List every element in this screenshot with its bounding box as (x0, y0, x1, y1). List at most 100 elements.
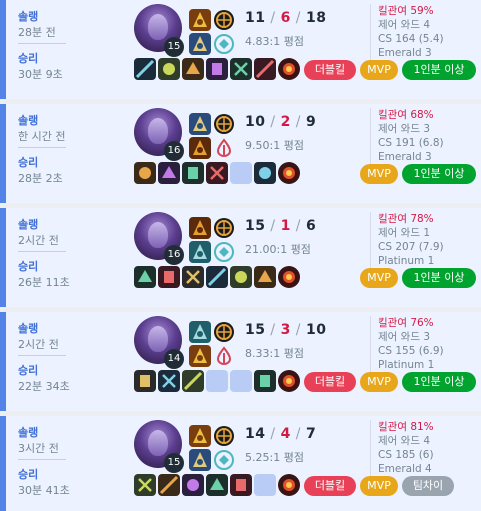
kills: 11 (245, 10, 266, 26)
item-icon[interactable] (254, 370, 276, 392)
summoner-spell-icon[interactable] (189, 33, 211, 55)
rune-icon[interactable] (213, 449, 235, 471)
assists: 10 (305, 322, 327, 338)
item-icon[interactable] (182, 474, 204, 496)
kda-score: 15 / 3 / 10 (245, 322, 326, 338)
summoner-spell-icon[interactable] (189, 425, 211, 447)
match-stats: 킬관여 78% 제어 와드 1 CS 207 (7.9) Platinum 1 (378, 212, 444, 268)
kda-score: 15 / 1 / 6 (245, 218, 316, 234)
summoner-spell-icon[interactable] (189, 449, 211, 471)
champion-face (148, 222, 168, 248)
item-icon[interactable] (254, 162, 276, 184)
item-icon[interactable] (134, 58, 156, 80)
kda-ratio: 21.00:1 평점 (245, 243, 311, 256)
champion-face (148, 430, 168, 456)
item-icon[interactable] (230, 266, 252, 288)
trinket-icon[interactable] (278, 474, 300, 496)
champion-face (148, 326, 168, 352)
queue-type: 솔랭 (18, 322, 39, 335)
match-card[interactable]: 솔랭 3시간 전 승리 30분 41초 15 14 / 4 / 7 5.25:1 평점 더블킬… (0, 416, 481, 511)
rune-icon[interactable] (213, 321, 235, 343)
item-icon[interactable] (254, 58, 276, 80)
trinket-icon[interactable] (278, 162, 300, 184)
kda-slash: / (265, 218, 281, 234)
match-card[interactable]: 솔랭 2시간 전 승리 22분 34초 14 15 / 3 / 10 8.33:1 평점 더블… (0, 312, 481, 411)
assists: 9 (305, 114, 317, 130)
item-icon[interactable] (158, 370, 180, 392)
item-icon[interactable] (134, 162, 156, 184)
kill-participation: 킬관여 68% (378, 109, 434, 121)
rune-icon[interactable] (213, 217, 235, 239)
summoner-spell-icon[interactable] (189, 217, 211, 239)
kda-slash: / (290, 218, 306, 234)
rune-icon[interactable] (213, 33, 235, 55)
assists: 18 (305, 10, 327, 26)
average-rank: Platinum 1 (378, 255, 435, 267)
control-wards: 제어 와드 3 (378, 331, 430, 343)
trinket-icon[interactable] (278, 58, 300, 80)
kda-slash: / (290, 10, 306, 26)
deaths: 1 (280, 218, 291, 234)
stats-divider (370, 4, 371, 60)
match-result: 승리 (18, 156, 39, 169)
summoner-spell-icon[interactable] (189, 345, 211, 367)
item-icon[interactable] (254, 266, 276, 288)
item-icon[interactable] (230, 58, 252, 80)
kda-slash: / (290, 426, 306, 442)
queue-type: 솔랭 (18, 114, 39, 127)
trinket-icon[interactable] (278, 266, 300, 288)
rune-icon[interactable] (213, 113, 235, 135)
item-icon[interactable] (206, 474, 228, 496)
kill-participation: 킬관여 81% (378, 421, 434, 433)
summoner-spell-icon[interactable] (189, 321, 211, 343)
summoner-spell-icon[interactable] (189, 241, 211, 263)
creep-score: CS 207 (7.9) (378, 241, 444, 253)
summoner-spell-icon[interactable] (189, 137, 211, 159)
empty-item-slot (230, 162, 252, 184)
item-icon[interactable] (134, 370, 156, 392)
average-rank: Emerald 4 (378, 463, 432, 475)
rune-icon[interactable] (213, 425, 235, 447)
item-icon[interactable] (206, 162, 228, 184)
item-icon[interactable] (158, 58, 180, 80)
kills: 14 (245, 426, 266, 442)
match-card[interactable]: 솔랭 2시간 전 승리 26분 11초 16 15 / 1 / 6 21.00:1 평점 MV… (0, 208, 481, 307)
summoner-spell-icon[interactable] (189, 113, 211, 135)
item-icon[interactable] (182, 58, 204, 80)
item-icon[interactable] (158, 266, 180, 288)
kills: 10 (245, 114, 266, 130)
deaths: 6 (280, 10, 291, 26)
summoner-spell-icon[interactable] (189, 9, 211, 31)
item-icon[interactable] (206, 58, 228, 80)
time-ago: 2시간 전 (18, 234, 59, 247)
item-icon[interactable] (182, 370, 204, 392)
assists: 6 (305, 218, 317, 234)
match-card[interactable]: 솔랭 28분 전 승리 30분 9초 15 11 / 6 / 18 4.83:1 평점 더블킬… (0, 0, 481, 99)
rune-icon[interactable] (213, 345, 235, 367)
item-icon[interactable] (158, 162, 180, 184)
match-stats: 킬관여 76% 제어 와드 3 CS 155 (6.9) Platinum 1 (378, 316, 444, 372)
deaths: 3 (280, 322, 291, 338)
champion-level-badge: 15 (164, 453, 184, 473)
badge: 더블킬 (304, 60, 356, 80)
item-icon[interactable] (206, 266, 228, 288)
kills: 15 (245, 218, 266, 234)
trinket-icon[interactable] (278, 370, 300, 392)
item-icon[interactable] (230, 474, 252, 496)
champion-level-badge: 15 (164, 37, 184, 57)
rune-icon[interactable] (213, 241, 235, 263)
kill-participation: 킬관여 78% (378, 213, 434, 225)
item-icon[interactable] (182, 266, 204, 288)
creep-score: CS 185 (6) (378, 449, 434, 461)
rune-icon[interactable] (213, 137, 235, 159)
item-icon[interactable] (134, 266, 156, 288)
item-icon[interactable] (158, 474, 180, 496)
kda-ratio: 5.25:1 평점 (245, 451, 304, 464)
rune-icon[interactable] (213, 9, 235, 31)
deaths: 2 (280, 114, 291, 130)
item-icon[interactable] (182, 162, 204, 184)
match-card[interactable]: 솔랭 한 시간 전 승리 28분 2초 16 10 / 2 / 9 9.50:1 평점 MVP… (0, 104, 481, 203)
champion-face (148, 14, 168, 40)
item-icon[interactable] (134, 474, 156, 496)
match-result: 승리 (18, 468, 39, 481)
